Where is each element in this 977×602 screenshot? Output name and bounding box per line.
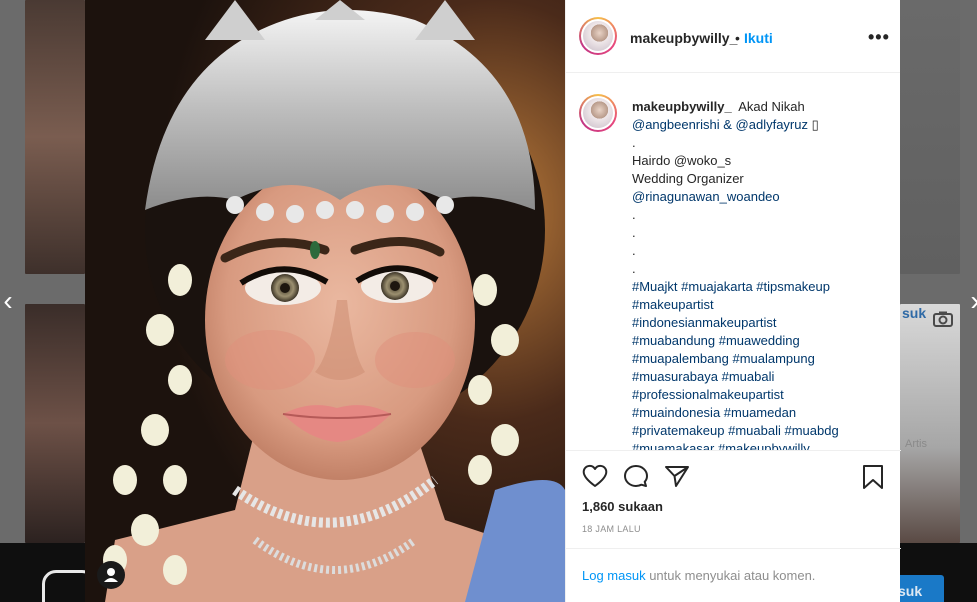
emoji-icon: ▯ xyxy=(811,117,819,132)
bookmark-icon[interactable] xyxy=(862,464,884,490)
caption-area[interactable]: makeupbywilly_ Akad Nikah @angbeenrishi … xyxy=(566,73,901,450)
share-icon[interactable] xyxy=(664,464,690,488)
background-thumbnail[interactable] xyxy=(25,0,85,274)
user-tag-button[interactable] xyxy=(97,561,125,589)
caption-text: makeupbywilly_ Akad Nikah @angbeenrishi … xyxy=(632,98,887,450)
caption-line: Wedding Organizer xyxy=(632,171,744,186)
more-options-icon[interactable]: ••• xyxy=(868,27,890,48)
caption-hashtags[interactable]: #muaindonesia #muamedan xyxy=(632,404,887,422)
avatar-image xyxy=(583,98,613,128)
caption-hashtags[interactable]: #privatemakeup #muabali #muabdg xyxy=(632,422,887,440)
avatar[interactable] xyxy=(579,17,617,55)
post-sidebar: makeupbywilly_ • Ikuti ••• makeupbywilly… xyxy=(565,0,901,602)
background-text: Artis xyxy=(905,438,927,450)
caption-line: . xyxy=(632,261,636,276)
separator-dot: • xyxy=(735,30,740,46)
caption-hashtags[interactable]: #professionalmakeupartist xyxy=(632,386,887,404)
avatar[interactable] xyxy=(579,94,617,132)
caption-mentions[interactable]: @angbeenrishi & @adlyfayruz xyxy=(632,117,808,132)
heart-icon[interactable] xyxy=(582,464,608,488)
likes-count[interactable]: 1,860 sukaan xyxy=(582,499,663,514)
post-timestamp[interactable]: 18 JAM LALU xyxy=(582,524,641,534)
follow-button[interactable]: Ikuti xyxy=(744,30,773,46)
next-post-arrow-icon[interactable]: › xyxy=(965,286,977,316)
background-thumbnail[interactable] xyxy=(900,304,960,543)
avatar-image xyxy=(583,21,613,51)
post-modal: makeupbywilly_ • Ikuti ••• makeupbywilly… xyxy=(85,0,901,602)
caption-line: . xyxy=(632,135,636,150)
caption-line: . xyxy=(632,225,636,240)
login-prompt-text: untuk menyukai atau komen. xyxy=(645,568,816,583)
background-text: suk xyxy=(902,305,927,321)
caption-title: Akad Nikah xyxy=(738,99,805,114)
user-icon xyxy=(104,568,118,582)
post-username[interactable]: makeupbywilly_ xyxy=(630,30,737,46)
caption-hashtags[interactable]: #indonesianmakeupartist xyxy=(632,314,887,332)
camera-icon xyxy=(933,311,953,327)
caption-hashtags[interactable]: #muapalembang #mualampung xyxy=(632,350,887,368)
login-prompt: Log masuk untuk menyukai atau komen. xyxy=(566,548,901,602)
post-photo[interactable] xyxy=(85,0,565,602)
background-thumbnail[interactable] xyxy=(25,304,85,543)
post-actions: 1,860 sukaan 18 JAM LALU xyxy=(566,450,901,548)
background-thumbnail[interactable] xyxy=(900,0,960,274)
caption-line: . xyxy=(632,207,636,222)
caption-line: Hairdo @woko_s xyxy=(632,153,732,168)
caption-mention[interactable]: @rinagunawan_woandeo xyxy=(632,188,887,206)
caption-hashtags[interactable]: #Muajkt #muajakarta #tipsmakeup xyxy=(632,278,887,296)
caption-username[interactable]: makeupbywilly_ xyxy=(632,99,732,114)
bride-portrait-image xyxy=(85,0,565,602)
caption-line: . xyxy=(632,243,636,258)
post-header: makeupbywilly_ • Ikuti ••• xyxy=(566,0,900,73)
caption-hashtags[interactable]: #makeupartist xyxy=(632,296,887,314)
comment-icon[interactable] xyxy=(623,464,649,488)
login-link[interactable]: Log masuk xyxy=(582,568,646,583)
caption-hashtags[interactable]: #muasurabaya #muabali xyxy=(632,368,887,386)
previous-post-arrow-icon[interactable]: ‹ xyxy=(0,286,18,316)
caption-hashtags[interactable]: #muamakasar #makeupbywilly xyxy=(632,440,887,450)
caption-hashtags[interactable]: #muabandung #muawedding xyxy=(632,332,887,350)
